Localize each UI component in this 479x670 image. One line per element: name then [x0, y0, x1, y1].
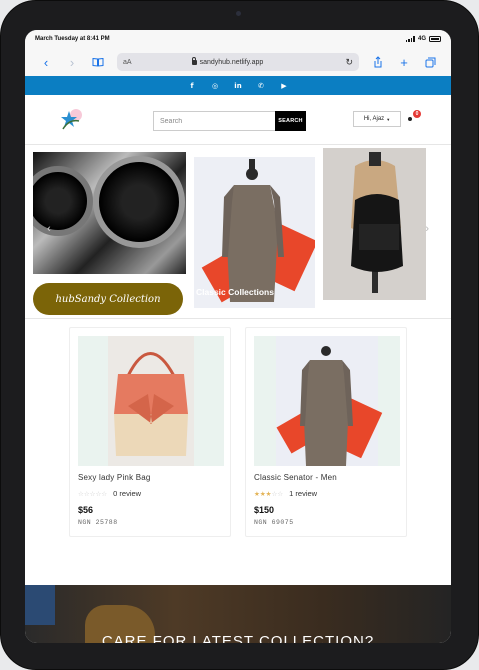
cart-button[interactable]: 0	[406, 110, 421, 126]
youtube-icon[interactable]: ▶	[280, 81, 289, 90]
product-name[interactable]: Sexy lady Pink Bag	[78, 473, 151, 482]
tabs-icon[interactable]	[417, 52, 443, 72]
back-icon[interactable]: ‹	[33, 52, 59, 72]
lock-icon	[191, 56, 197, 65]
backpack-illustration	[323, 148, 426, 300]
classic-collections-caption[interactable]: Classic Collections	[196, 287, 274, 297]
watch-face-right	[93, 156, 185, 248]
facebook-icon[interactable]: f	[188, 81, 197, 90]
user-menu-button[interactable]: Hi, Ajaz ▼	[353, 111, 401, 127]
caret-down-icon: ▼	[386, 116, 391, 122]
network-type: 4G	[417, 36, 426, 42]
banner-image-jeans	[25, 585, 55, 625]
hero-image-backpack[interactable]	[323, 148, 426, 300]
product-rating: ★★★☆☆ 1 review	[254, 489, 317, 498]
promo-banner: CARE FOR LATEST COLLECTION?	[25, 585, 451, 643]
product-grid: Sexy lady Pink Bag ☆☆☆☆☆ 0 review $56 NG…	[25, 319, 451, 584]
site-logo[interactable]	[57, 107, 87, 133]
address-bar[interactable]: aA sandyhub.netlify.app ↻	[117, 53, 359, 71]
watch-face-left	[33, 166, 93, 236]
social-bar: f ◎ in ✆ ▶	[25, 76, 451, 95]
product-image[interactable]	[78, 336, 224, 466]
status-bar: March Tuesday at 8:41 PM 4G	[25, 30, 451, 48]
hero-carousel: ‹ › hubSandy Collection Classic Collecti…	[25, 145, 451, 319]
carousel-prev-icon[interactable]: ‹	[47, 223, 51, 235]
hero-image-senator[interactable]	[194, 157, 315, 308]
url-display: sandyhub.netlify.app	[191, 56, 346, 66]
linkedin-icon[interactable]: in	[234, 81, 243, 90]
carousel-next-icon[interactable]: ›	[425, 223, 429, 235]
reader-aa-button[interactable]: aA	[123, 59, 132, 66]
review-count: 1 review	[289, 489, 318, 498]
whatsapp-icon[interactable]: ✆	[257, 81, 266, 90]
banner-heading: CARE FOR LATEST COLLECTION?	[101, 633, 375, 643]
product-price: $150	[254, 505, 275, 515]
reload-icon[interactable]: ↻	[345, 57, 353, 68]
battery-icon	[429, 36, 441, 42]
front-camera	[236, 11, 241, 16]
cart-count-badge: 0	[413, 110, 421, 118]
status-indicators: 4G	[405, 36, 441, 42]
product-image[interactable]	[254, 336, 400, 466]
senator-illustration	[276, 336, 383, 466]
senator-illustration	[201, 159, 315, 303]
search-input[interactable]	[153, 111, 275, 131]
pink-bag-illustration	[108, 336, 194, 466]
signal-icon	[405, 36, 415, 42]
user-greeting: Hi, Ajaz	[363, 116, 385, 122]
screen: March Tuesday at 8:41 PM 4G ‹ › aA sandy…	[25, 30, 451, 643]
status-time: March Tuesday at 8:41 PM	[35, 36, 110, 42]
review-count: 0 review	[113, 489, 142, 498]
search-form: SEARCH	[153, 111, 306, 131]
rating-stars-icon: ★★★☆☆	[254, 489, 284, 498]
bookmarks-icon[interactable]	[85, 52, 111, 72]
share-icon[interactable]	[365, 52, 391, 72]
new-tab-icon[interactable]: +	[391, 52, 417, 72]
hero-image-watches[interactable]	[33, 152, 186, 274]
url-text: sandyhub.netlify.app	[199, 58, 264, 66]
product-card[interactable]: Classic Senator - Men ★★★☆☆ 1 review $15…	[245, 327, 407, 537]
product-price-ngn: NGN 25788	[78, 519, 118, 526]
product-price-ngn: NGN 69075	[254, 519, 294, 526]
product-rating: ☆☆☆☆☆ 0 review	[78, 489, 141, 498]
hub-sandy-collection-button[interactable]: hubSandy Collection	[33, 283, 183, 315]
site-header: SEARCH Hi, Ajaz ▼ 0	[25, 95, 451, 145]
browser-toolbar: ‹ › aA sandyhub.netlify.app ↻ +	[25, 48, 451, 76]
cart-icon	[408, 117, 412, 121]
rating-stars-icon: ☆☆☆☆☆	[78, 489, 108, 498]
instagram-icon[interactable]: ◎	[211, 81, 220, 90]
product-card[interactable]: Sexy lady Pink Bag ☆☆☆☆☆ 0 review $56 NG…	[69, 327, 231, 537]
product-name[interactable]: Classic Senator - Men	[254, 473, 337, 482]
forward-icon[interactable]: ›	[59, 52, 85, 72]
tablet-device-frame: March Tuesday at 8:41 PM 4G ‹ › aA sandy…	[0, 0, 479, 670]
search-button[interactable]: SEARCH	[275, 111, 306, 131]
product-price: $56	[78, 505, 94, 515]
